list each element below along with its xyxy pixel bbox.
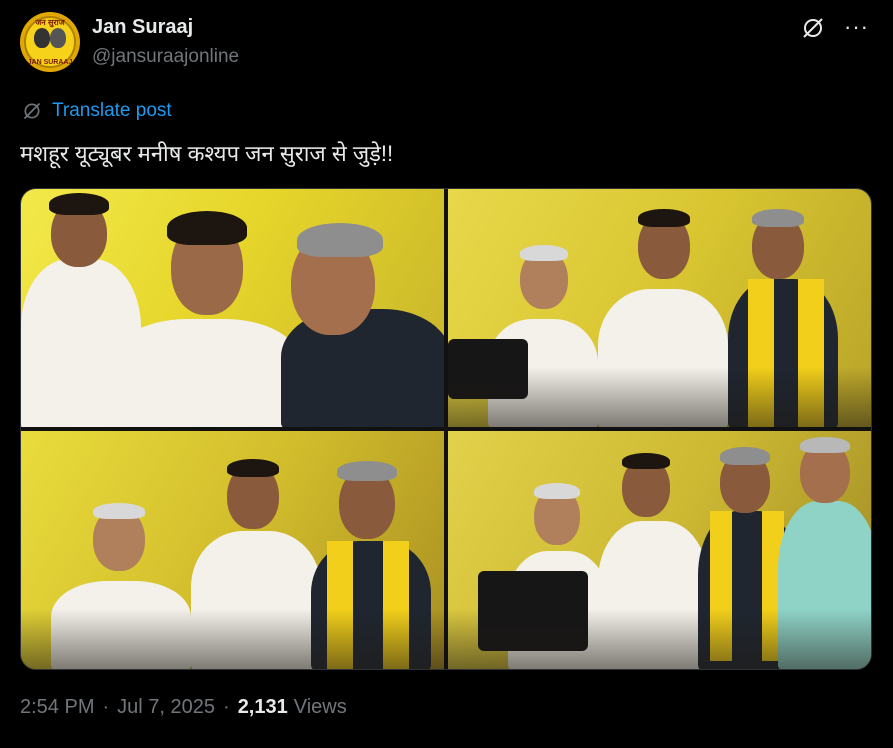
crowd-shade xyxy=(21,609,444,669)
meta-separator: · xyxy=(223,696,230,718)
photo-4[interactable] xyxy=(448,431,871,669)
post-text: मशहूर यूट्यूबर मनीष कश्यप जन सुराज से जु… xyxy=(20,141,394,166)
photo-3[interactable] xyxy=(21,431,444,669)
views-count: 2,131 xyxy=(237,696,288,718)
translate-post-link[interactable]: Translate post xyxy=(22,98,172,124)
avatar-face-left xyxy=(34,28,50,48)
crowd-shade xyxy=(448,367,871,427)
author-name[interactable]: Jan Suraaj xyxy=(92,16,193,39)
views-label: Views xyxy=(293,696,347,718)
crowd-shade xyxy=(448,609,871,669)
avatar[interactable]: जन सुराज JAN SURAAJ xyxy=(20,12,80,72)
author-handle[interactable]: @jansuraajonline xyxy=(92,46,239,68)
avatar-text-top: जन सुराज xyxy=(35,18,65,27)
post-date[interactable]: Jul 7, 2025 xyxy=(117,696,215,719)
translate-label[interactable]: Translate post xyxy=(52,100,172,122)
media-grid[interactable] xyxy=(20,188,872,670)
translate-icon xyxy=(23,102,41,120)
avatar-text-bottom: JAN SURAAJ xyxy=(27,59,73,66)
post-meta: 2:54 PM · Jul 7, 2025 · 2,131 Views xyxy=(20,696,347,719)
grok-icon[interactable] xyxy=(801,16,825,40)
more-options-icon[interactable]: ··· xyxy=(844,14,869,40)
photo-2[interactable] xyxy=(448,189,871,427)
avatar-face-right xyxy=(50,28,66,48)
photo-1[interactable] xyxy=(21,189,444,427)
post-header: जन सुराज JAN SURAAJ Jan Suraaj @jansuraa… xyxy=(20,12,873,72)
meta-separator: · xyxy=(102,696,110,718)
post-time[interactable]: 2:54 PM xyxy=(20,696,94,719)
